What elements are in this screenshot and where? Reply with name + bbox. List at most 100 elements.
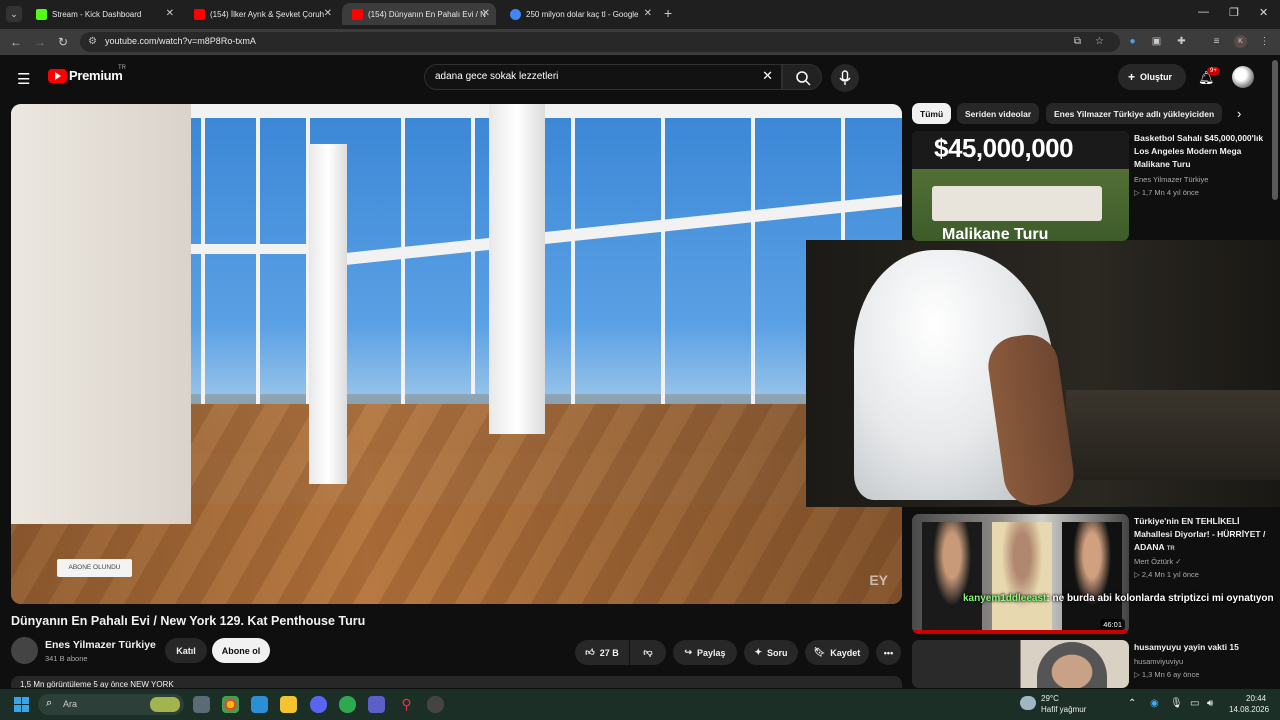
browser-menu-icon[interactable]: ⋮ <box>1258 35 1271 48</box>
chevron-right-icon[interactable]: › <box>1237 106 1241 121</box>
voice-search-button[interactable] <box>831 64 859 92</box>
like-button[interactable]: 👍︎ 27 B <box>575 640 629 665</box>
taskbar-search[interactable]: ⌕ Ara <box>38 694 184 715</box>
tab-youtube-active[interactable]: (154) Dünyanın En Pahalı Evi / N ✕ <box>342 3 496 25</box>
recommended-thumbnail[interactable]: 46:01 <box>912 514 1129 634</box>
extensions-puzzle-icon[interactable]: ✚ <box>1175 35 1188 48</box>
teams-icon[interactable] <box>368 696 385 713</box>
ask-label: Soru <box>767 647 788 658</box>
minimize-icon[interactable]: — <box>1198 6 1209 18</box>
video-duration: 46:01 <box>1100 619 1125 630</box>
join-label: Katıl <box>176 645 196 656</box>
dislike-button[interactable]: 👎︎ <box>630 640 666 665</box>
close-tab-icon[interactable]: ✕ <box>644 8 652 19</box>
bookmark-star-icon[interactable]: ☆ <box>1093 35 1106 48</box>
subscriber-count: 341 B abone <box>45 654 88 663</box>
recommended-channel[interactable]: Mert Öztürk ✓ <box>1134 557 1182 566</box>
microphone-icon[interactable]: 🎙︎ <box>1170 698 1183 709</box>
store-icon[interactable] <box>251 696 268 713</box>
ask-button[interactable]: ✦ Soru <box>744 640 798 665</box>
extension-icon[interactable]: ● <box>1126 35 1139 48</box>
country-code: TR <box>118 65 126 71</box>
weather-icon[interactable] <box>1020 696 1036 710</box>
close-tab-icon[interactable]: ✕ <box>324 8 332 19</box>
obs-icon[interactable] <box>427 696 444 713</box>
profile-avatar-icon[interactable]: K <box>1234 35 1247 48</box>
close-tab-icon[interactable]: ✕ <box>482 8 490 19</box>
new-tab-icon[interactable]: + <box>664 5 672 21</box>
weather-temperature: 29°C <box>1041 694 1059 703</box>
tab-google-search[interactable]: 250 milyon dolar kaç tl - Google ✕ <box>500 3 658 25</box>
tab-youtube-ilker[interactable]: (154) İlker Ayrık & Şevket Çoruh ✕ <box>184 3 338 25</box>
channel-name[interactable]: Enes Yilmazer Türkiye <box>45 639 156 651</box>
close-tab-icon[interactable]: ✕ <box>166 8 174 19</box>
file-explorer-icon[interactable] <box>280 696 297 713</box>
recommended-channel[interactable]: Enes Yilmazer Türkiye <box>1134 175 1208 184</box>
tray-overflow-icon[interactable]: ⌃ <box>1128 698 1136 709</box>
task-view-icon[interactable] <box>193 696 210 713</box>
youtube-logo-icon[interactable] <box>48 69 67 83</box>
thumbs-up-icon: 👍︎ <box>585 647 595 657</box>
reload-icon[interactable]: ↻ <box>58 35 68 49</box>
tab-kick-dashboard[interactable]: Stream - Kick Dashboard ✕ <box>26 3 180 25</box>
share-button[interactable]: ↪ Paylaş <box>673 640 737 665</box>
youtube-premium-logo[interactable]: Premium <box>69 68 123 83</box>
restore-icon[interactable]: ❐ <box>1229 6 1239 19</box>
channel-avatar[interactable] <box>11 637 38 664</box>
chip-all[interactable]: Tümü <box>912 103 952 124</box>
create-button[interactable]: + Oluştur <box>1118 64 1186 90</box>
recommended-channel[interactable]: husamviyuviyu <box>1134 657 1183 666</box>
close-window-icon[interactable]: ✕ <box>1259 6 1268 19</box>
recommended-thumbnail[interactable]: $45,000,000 Malikane Turu <box>912 131 1129 241</box>
sparkle-icon: ✦ <box>754 647 763 657</box>
create-label: Oluştur <box>1140 72 1173 82</box>
join-button[interactable]: Katıl <box>165 638 207 663</box>
thumbnail-caption: Malikane Turu <box>942 226 1049 241</box>
install-app-icon[interactable]: ⧉ <box>1071 35 1084 48</box>
channel-name-text: Mert Öztürk <box>1134 557 1174 566</box>
subscribed-overlay: ABONE OLUNDU <box>57 559 132 577</box>
clock-date[interactable]: 14.08.2026 <box>1229 705 1269 714</box>
chip-uploader[interactable]: Enes Yilmazer Türkiye adlı yükleyiciden <box>1046 103 1223 124</box>
windows-start-icon[interactable] <box>14 697 29 712</box>
tab-search-button[interactable]: ⌄ <box>6 6 22 22</box>
site-info-icon[interactable]: ⚙ <box>88 36 97 47</box>
recommended-meta: ▷ 1,3 Mn 6 ay önce <box>1134 670 1200 679</box>
chip-label: Enes Yilmazer Türkiye adlı yükleyiciden <box>1054 108 1215 119</box>
address-bar[interactable]: ⚙ youtube.com/watch?v=m8P8Ro-txmA <box>80 32 1120 52</box>
recommended-title[interactable]: Türkiye'nin EN TEHLİKELİ Mahallesi Diyor… <box>1134 515 1269 556</box>
xbox-icon[interactable] <box>339 696 356 713</box>
chip-series[interactable]: Seriden videolar <box>957 103 1040 124</box>
recommended-thumbnail[interactable] <box>912 640 1129 688</box>
video-player[interactable]: ABONE OLUNDU EY <box>11 104 902 604</box>
clear-search-icon[interactable]: ✕ <box>762 68 773 84</box>
plus-icon: + <box>1128 70 1136 84</box>
clock-time[interactable]: 20:44 <box>1246 694 1266 703</box>
forward-icon[interactable]: → <box>34 35 46 49</box>
share-label: Paylaş <box>697 647 726 658</box>
account-avatar[interactable] <box>1232 66 1254 88</box>
tray-app-icon[interactable]: ◉ <box>1150 698 1159 709</box>
subscribe-button[interactable]: Abone ol <box>212 638 270 663</box>
recommended-meta: ▷ 2,4 Mn 1 yıl önce <box>1134 570 1199 579</box>
save-button[interactable]: 🔖︎ Kaydet <box>805 640 869 665</box>
recommended-title[interactable]: husamyuyu yayin vakti 15 <box>1134 641 1269 654</box>
reading-list-icon[interactable]: ≡ <box>1210 35 1223 48</box>
maps-pin-icon[interactable]: ⚲ <box>398 696 415 713</box>
recommended-title[interactable]: Basketbol Sahalı $45,000,000'lık Los Ang… <box>1134 132 1269 171</box>
chrome-icon[interactable] <box>222 696 239 713</box>
menu-hamburger-icon[interactable]: ☰ <box>17 70 30 88</box>
network-icon[interactable]: ▭ <box>1190 698 1199 709</box>
volume-icon[interactable]: 🔊︎ <box>1207 698 1213 709</box>
extension-icon[interactable]: ▣ <box>1150 35 1163 48</box>
thumbnail-banner: $45,000,000 <box>934 133 1074 163</box>
page-scrollbar[interactable] <box>1272 60 1278 200</box>
tab-title: 250 milyon dolar kaç tl - Google <box>526 9 639 19</box>
more-actions-button[interactable]: ••• <box>876 640 901 665</box>
search-button[interactable] <box>782 64 822 90</box>
description-box[interactable]: 1,5 Mn görüntüleme 5 ay önce NEW YORK <box>11 676 902 688</box>
back-icon[interactable]: ← <box>10 35 22 49</box>
search-input[interactable]: adana gece sokak lezzetleri ✕ <box>424 64 782 90</box>
taskbar-search-placeholder: Ara <box>63 699 78 709</box>
discord-icon[interactable] <box>310 696 327 713</box>
